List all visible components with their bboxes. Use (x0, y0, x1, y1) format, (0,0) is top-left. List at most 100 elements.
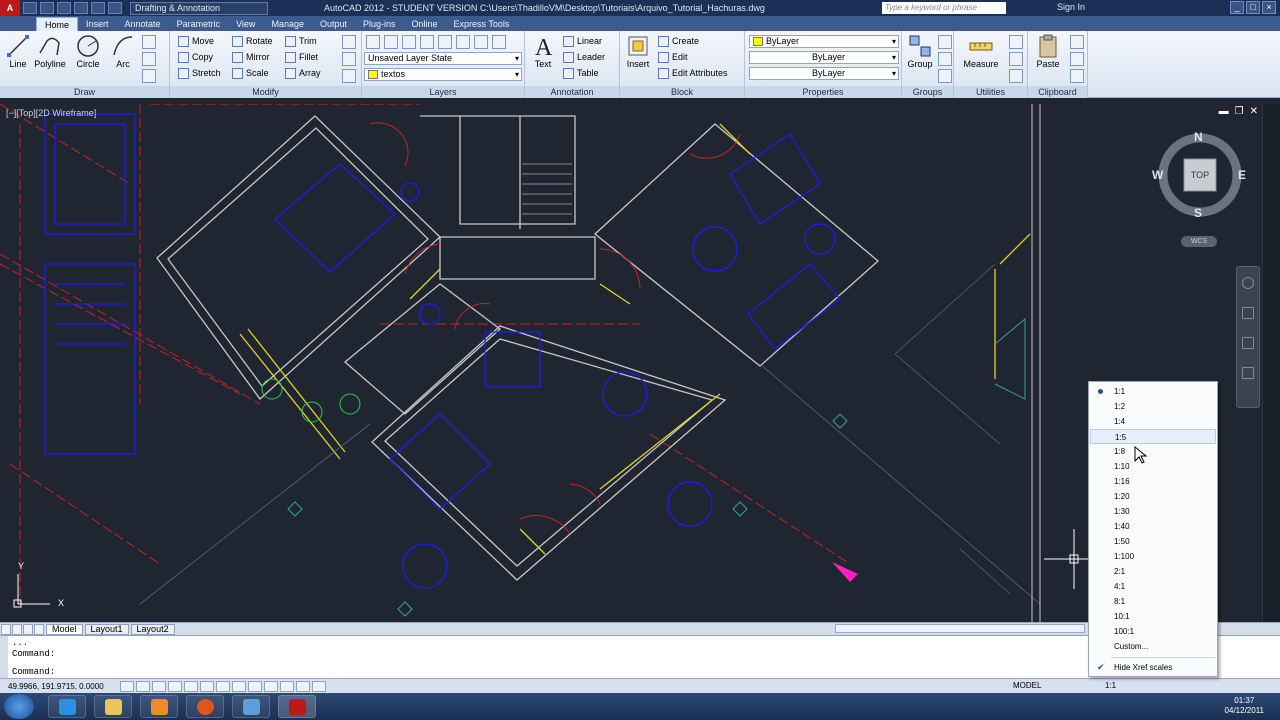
linetype-dropdown[interactable]: ByLayer (749, 51, 899, 64)
tab-parametric[interactable]: Parametric (169, 17, 229, 31)
current-layer-dropdown[interactable]: textos (364, 68, 522, 81)
maximize-icon[interactable]: □ (1246, 1, 1260, 14)
scale-item[interactable]: 2:1 (1090, 564, 1216, 579)
navigation-bar[interactable] (1236, 266, 1260, 408)
save-icon[interactable] (57, 2, 71, 14)
vertical-scrollbar[interactable] (1262, 104, 1280, 622)
redo-icon[interactable] (108, 2, 122, 14)
scale-item-custom[interactable]: Custom... (1090, 639, 1216, 654)
viewport-minimize-icon[interactable]: ▬ (1219, 106, 1229, 117)
viewcube-top-face[interactable]: TOP (1184, 170, 1216, 180)
erase-icon[interactable] (342, 35, 356, 49)
last-layout-icon[interactable] (34, 623, 44, 635)
match-properties-icon[interactable] (1070, 69, 1084, 83)
pan-icon[interactable] (1242, 307, 1254, 319)
command-prompt[interactable]: Command: (12, 667, 55, 677)
calculator-icon[interactable] (1009, 69, 1023, 83)
ducs-icon[interactable] (232, 680, 246, 692)
properties-panel-title[interactable]: Properties (745, 86, 901, 98)
zoom-icon[interactable] (1242, 337, 1254, 349)
rectangle-icon[interactable] (142, 35, 156, 49)
scale-item[interactable]: 10:1 (1090, 609, 1216, 624)
mirror-button[interactable]: Mirror (232, 50, 270, 64)
scale-item[interactable]: 1:40 (1090, 519, 1216, 534)
utilities-panel-title[interactable]: Utilities (954, 86, 1027, 98)
taskbar-remote[interactable] (232, 695, 270, 718)
scale-item[interactable]: 1:16 (1090, 474, 1216, 489)
polar-icon[interactable] (168, 680, 182, 692)
hide-xref-scales-item[interactable]: ✔ Hide Xref scales (1090, 660, 1216, 675)
snap-icon[interactable] (120, 680, 134, 692)
layer-state-icon[interactable] (384, 35, 398, 49)
taskbar-autocad[interactable] (278, 695, 316, 718)
next-layout-icon[interactable] (23, 623, 33, 635)
scale-item[interactable]: 1:100 (1090, 549, 1216, 564)
help-search-input[interactable]: Type a keyword or phrase (882, 2, 1006, 14)
ortho-icon[interactable] (152, 680, 166, 692)
open-file-icon[interactable] (40, 2, 54, 14)
paste-button[interactable]: Paste (1030, 33, 1066, 69)
block-panel-title[interactable]: Block (620, 86, 744, 98)
orbit-icon[interactable] (1242, 367, 1254, 379)
trim-button[interactable]: Trim (285, 34, 317, 48)
sign-in-link[interactable]: Sign In (1057, 2, 1085, 12)
workspace-selector[interactable]: Drafting & Annotation (130, 1, 268, 15)
3d-osnap-icon[interactable] (200, 680, 214, 692)
ungroup-icon[interactable] (938, 35, 952, 49)
print-icon[interactable] (74, 2, 88, 14)
viewport-close-icon[interactable]: ✕ (1250, 106, 1258, 117)
close-icon[interactable]: × (1262, 1, 1276, 14)
quick-select-icon[interactable] (1009, 35, 1023, 49)
text-button[interactable]: A Text (525, 33, 561, 69)
scale-item[interactable]: 1:10 (1090, 459, 1216, 474)
scale-item[interactable]: 8:1 (1090, 594, 1216, 609)
rotate-button[interactable]: Rotate (232, 34, 273, 48)
layer-match-icon[interactable] (474, 35, 488, 49)
hatch-icon[interactable] (142, 52, 156, 66)
layer-walk-icon[interactable] (492, 35, 506, 49)
create-block-button[interactable]: Create (658, 34, 699, 48)
taskbar-explorer[interactable] (94, 695, 132, 718)
group-selection-icon[interactable] (938, 69, 952, 83)
layer-freeze-icon[interactable] (420, 35, 434, 49)
tab-online[interactable]: Online (404, 17, 446, 31)
tab-layout2[interactable]: Layout2 (130, 623, 175, 635)
lineweight-dropdown[interactable]: ByLayer (749, 67, 899, 80)
tab-insert[interactable]: Insert (78, 17, 117, 31)
taskbar-media[interactable] (140, 695, 178, 718)
layer-state-dropdown[interactable]: Unsaved Layer State (364, 52, 522, 65)
array-button[interactable]: Array (285, 66, 321, 80)
measure-button[interactable]: Measure (960, 33, 1002, 69)
osnap-icon[interactable] (184, 680, 198, 692)
annotation-scale[interactable]: 1:1 (1105, 681, 1116, 690)
previous-layout-icon[interactable] (12, 623, 22, 635)
polyline-button[interactable]: Polyline (32, 33, 68, 69)
tab-view[interactable]: View (228, 17, 263, 31)
stretch-button[interactable]: Stretch (178, 66, 221, 80)
group-edit-icon[interactable] (938, 52, 952, 66)
copy-button[interactable]: Copy (178, 50, 213, 64)
taskbar-firefox[interactable] (186, 695, 224, 718)
cut-icon[interactable] (1070, 35, 1084, 49)
viewport-controls-label[interactable]: [−][Top][2D Wireframe] (6, 108, 96, 118)
tab-plugins[interactable]: Plug-ins (355, 17, 404, 31)
select-all-icon[interactable] (1009, 52, 1023, 66)
region-icon[interactable] (142, 69, 156, 83)
move-button[interactable]: Move (178, 34, 214, 48)
line-button[interactable]: Line (0, 33, 36, 69)
tab-output[interactable]: Output (312, 17, 355, 31)
scale-item[interactable]: 1:50 (1090, 534, 1216, 549)
group-button[interactable]: Group (902, 33, 938, 69)
selection-cycling-icon[interactable] (312, 680, 326, 692)
viewcube-west[interactable]: W (1152, 168, 1163, 182)
viewcube-south[interactable]: S (1194, 206, 1202, 220)
cursor-coordinates[interactable]: 49.9966, 191.9715, 0.0000 (0, 682, 120, 691)
circle-button[interactable]: Circle (70, 33, 106, 69)
linear-dimension-button[interactable]: Linear (563, 34, 602, 48)
scale-item[interactable]: 1:5 (1090, 429, 1216, 444)
insert-button[interactable]: Insert (620, 33, 656, 69)
edit-attributes-button[interactable]: Edit Attributes (658, 66, 728, 80)
viewport-restore-icon[interactable]: ❐ (1235, 106, 1244, 117)
new-file-icon[interactable] (23, 2, 37, 14)
drawing-canvas[interactable]: Y X (0, 104, 1262, 622)
